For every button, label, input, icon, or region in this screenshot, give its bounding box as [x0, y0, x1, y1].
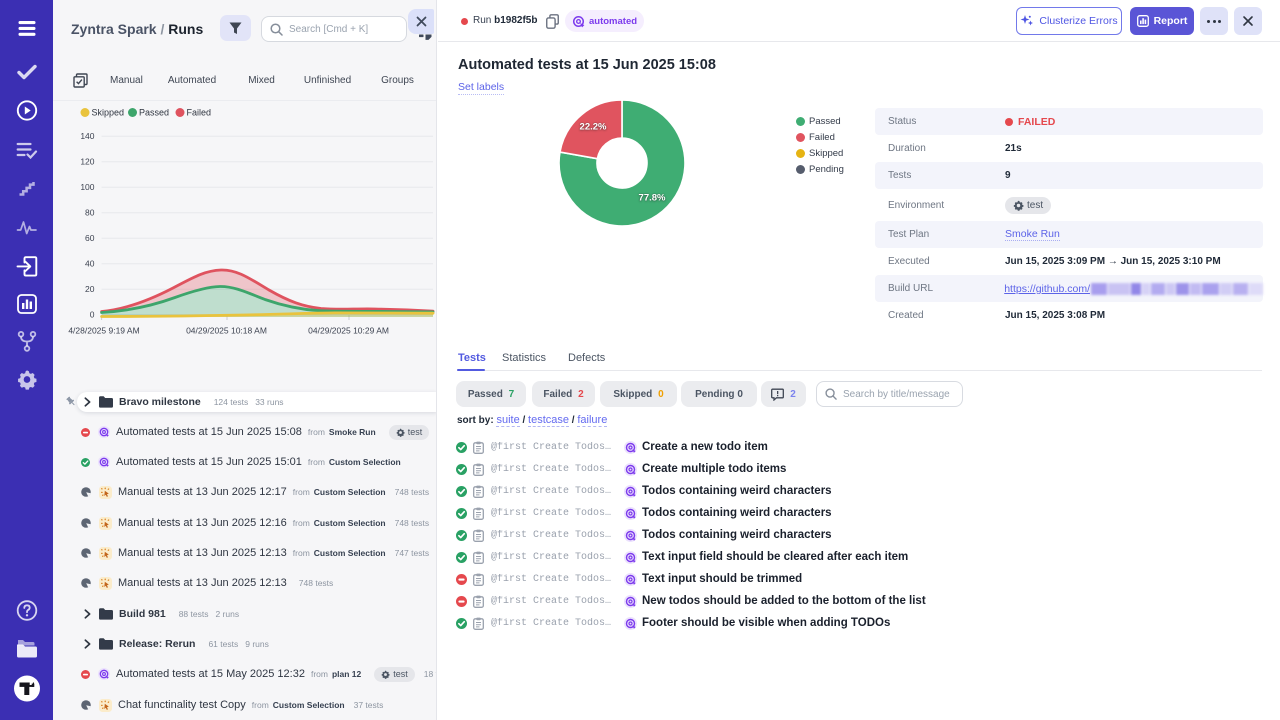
svg-text:0: 0 — [90, 310, 95, 320]
svg-text:4/28/2025 9:19 AM: 4/28/2025 9:19 AM — [68, 326, 139, 336]
svg-text:100: 100 — [80, 182, 94, 192]
svg-text:Failed: Failed — [187, 108, 212, 118]
svg-text:04/29/2025 10:18 AM: 04/29/2025 10:18 AM — [186, 326, 267, 336]
svg-text:120: 120 — [80, 157, 94, 167]
svg-text:40: 40 — [85, 259, 95, 269]
svg-text:60: 60 — [85, 233, 95, 243]
svg-text:77.8%: 77.8% — [639, 193, 666, 204]
svg-text:Passed: Passed — [139, 108, 169, 118]
svg-text:22.2%: 22.2% — [580, 122, 607, 133]
svg-text:140: 140 — [80, 131, 94, 141]
svg-text:Skipped: Skipped — [92, 108, 125, 118]
svg-text:04/29/2025 10:29 AM: 04/29/2025 10:29 AM — [308, 326, 389, 336]
svg-text:20: 20 — [85, 284, 95, 294]
svg-text:80: 80 — [85, 208, 95, 218]
